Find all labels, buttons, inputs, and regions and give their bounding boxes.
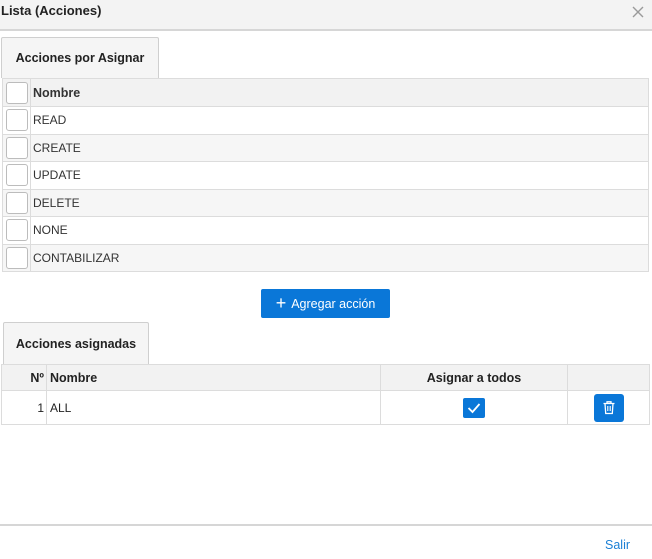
row-checkbox-cell (2, 133, 31, 162)
tab-acciones-asignadas[interactable]: Acciones asignadas (3, 322, 149, 364)
column-header-nombre: Nombre (30, 78, 649, 107)
delete-button[interactable] (593, 393, 624, 422)
row-checkbox-cell (2, 106, 31, 135)
checkmark-icon (467, 402, 481, 413)
row-checkbox-cell (2, 216, 31, 245)
table-row: CREATE (2, 133, 649, 162)
table-row: DELETE (2, 188, 649, 217)
dialog-title: Lista (Acciones) (1, 3, 102, 18)
column-header-nombre: Nombre (46, 364, 381, 391)
table-row: NONE (2, 216, 649, 245)
assigned-actions-table: Nº Nombre Asignar a todos 1 ALL (1, 364, 650, 425)
delete-cell (567, 390, 650, 425)
row-checkbox[interactable] (5, 246, 28, 269)
row-name: ALL (46, 390, 381, 425)
assign-all-cell (380, 390, 568, 425)
row-checkbox[interactable] (5, 191, 28, 214)
unassigned-actions-table: Nombre READ CREATE UPDATE DELETE NONE CO… (2, 78, 649, 272)
add-action-button[interactable]: + Agregar acción (261, 289, 390, 318)
table-row: UPDATE (2, 161, 649, 190)
row-name: UPDATE (30, 161, 649, 190)
add-action-label: Agregar acción (291, 296, 376, 311)
select-all-cell (2, 78, 31, 107)
row-name: CONTABILIZAR (30, 243, 649, 272)
table-row: READ (2, 106, 649, 135)
table-header-row: Nombre (2, 78, 649, 107)
table-header-row: Nº Nombre Asignar a todos (1, 364, 650, 391)
row-number: 1 (1, 390, 47, 425)
row-checkbox[interactable] (5, 109, 28, 132)
table-row: CONTABILIZAR (2, 243, 649, 272)
row-name: NONE (30, 216, 649, 245)
row-checkbox-cell (2, 188, 31, 217)
footer-divider (0, 524, 652, 526)
table-row: 1 ALL (1, 390, 650, 425)
row-checkbox-cell (2, 161, 31, 190)
row-name: DELETE (30, 188, 649, 217)
select-all-checkbox[interactable] (5, 81, 28, 104)
row-checkbox[interactable] (5, 136, 28, 159)
tab-acciones-por-asignar[interactable]: Acciones por Asignar (1, 37, 159, 78)
dialog-titlebar: Lista (Acciones) (0, 0, 652, 31)
row-checkbox[interactable] (5, 164, 28, 187)
column-header-number: Nº (1, 364, 47, 391)
row-name: READ (30, 106, 649, 135)
row-checkbox[interactable] (5, 219, 28, 242)
row-checkbox-cell (2, 243, 31, 272)
trash-icon (603, 401, 614, 415)
column-header-assign-all: Asignar a todos (380, 364, 568, 391)
row-name: CREATE (30, 133, 649, 162)
exit-link[interactable]: Salir (605, 538, 630, 552)
plus-icon: + (275, 292, 287, 313)
column-header-actions (567, 364, 650, 391)
close-icon[interactable] (630, 4, 646, 20)
assign-all-checkbox[interactable] (463, 397, 485, 418)
